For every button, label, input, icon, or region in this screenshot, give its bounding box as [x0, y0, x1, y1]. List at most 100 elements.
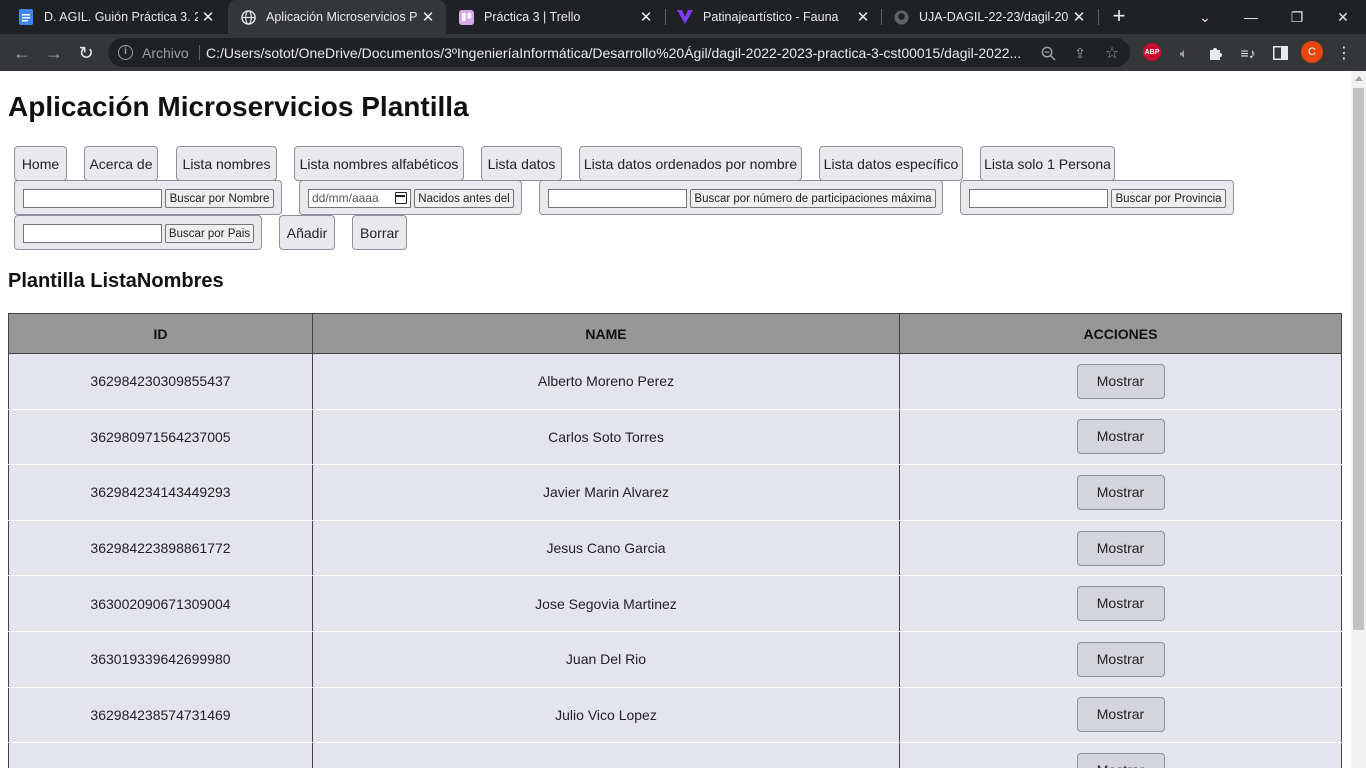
cell-name: Javier Marin Alvarez — [312, 464, 900, 521]
search-by-country-button[interactable]: Buscar por Pais — [165, 224, 254, 243]
add-button[interactable]: Añadir — [279, 215, 335, 250]
cell-actions: Mostrar — [899, 353, 1342, 410]
tab-search-icon[interactable]: ⌄ — [1182, 0, 1228, 34]
side-panel-icon[interactable] — [1269, 42, 1291, 64]
show-button[interactable]: Mostrar — [1076, 697, 1165, 733]
forward-icon[interactable]: → — [41, 40, 67, 66]
kebab-menu-icon[interactable]: ⋮ — [1333, 42, 1355, 64]
close-window-icon[interactable]: ✕ — [1320, 0, 1366, 34]
vertical-scrollbar[interactable] — [1351, 71, 1366, 768]
tab-trello[interactable]: Práctica 3 | Trello ✕ — [446, 0, 664, 34]
tab-title: UJA-DAGIL-22-23/dagil-2022 — [919, 10, 1069, 24]
tab-title: Aplicación Microservicios Pla — [266, 10, 418, 24]
show-button[interactable]: Mostrar — [1076, 586, 1165, 622]
cell-id: 363002090671309004 — [8, 575, 313, 632]
url-text[interactable]: C:/Users/sotot/OneDrive/Documentos/3ºIng… — [206, 45, 1032, 61]
tab-title: Patinajeartístico - Fauna — [703, 10, 839, 24]
search-by-name-button[interactable]: Buscar por Nombre — [165, 189, 274, 208]
share-icon[interactable]: ⇪ — [1070, 43, 1090, 63]
info-icon[interactable]: i — [118, 45, 133, 60]
extensions-puzzle-icon[interactable] — [1205, 42, 1227, 64]
nav-list-data-specific-button[interactable]: Lista datos específico — [819, 146, 963, 181]
back-icon[interactable]: ← — [9, 40, 35, 66]
show-button[interactable]: Mostrar — [1076, 419, 1165, 455]
restore-icon[interactable]: ❐ — [1274, 0, 1320, 34]
adblock-plus-icon[interactable]: ABP — [1143, 43, 1161, 61]
page-title: Aplicación Microservicios Plantilla — [8, 91, 469, 122]
tab-title: Práctica 3 | Trello — [484, 10, 581, 24]
date-placeholder: dd/mm/aaaa — [312, 191, 379, 205]
close-tab-icon[interactable]: ✕ — [636, 8, 656, 26]
search-by-participations-button[interactable]: Buscar por número de participaciones máx… — [690, 189, 936, 208]
search-by-name-group: Buscar por Nombre — [14, 180, 282, 215]
province-input[interactable] — [969, 189, 1108, 208]
tab-microservicios[interactable]: Aplicación Microservicios Pla ✕ — [228, 0, 446, 34]
born-before-button[interactable]: Nacidos antes del — [414, 189, 514, 208]
omnibox-divider — [199, 45, 200, 60]
cell-id: 362984238574731469 — [8, 687, 313, 744]
table-row: 363019339642699980 Juan Del Rio Mostrar — [8, 631, 1342, 688]
minimize-icon[interactable]: ― — [1228, 0, 1274, 34]
close-tab-icon[interactable]: ✕ — [198, 8, 218, 26]
cell-id: 362984223898861772 — [8, 520, 313, 577]
close-tab-icon[interactable]: ✕ — [418, 8, 438, 26]
cell-actions: Mostrar — [899, 687, 1342, 744]
zoom-icon[interactable] — [1038, 43, 1058, 63]
tab-docs[interactable]: D. AGIL. Guión Práctica 3. 22/ ✕ — [6, 0, 226, 34]
birth-date-input[interactable]: dd/mm/aaaa — [308, 189, 411, 208]
calendar-icon[interactable] — [395, 192, 407, 204]
show-button[interactable]: Mostrar — [1076, 474, 1165, 510]
media-playlist-icon[interactable]: ≡♪ — [1237, 42, 1259, 64]
cell-actions: Mostrar — [899, 631, 1342, 688]
country-input[interactable] — [23, 224, 162, 243]
table-row: 362984238574731469 Julio Vico Lopez Most… — [8, 687, 1342, 744]
cell-actions: Mostrar — [899, 409, 1342, 466]
scrollbar-thumb[interactable] — [1353, 88, 1364, 630]
nav-list-names-alpha-button[interactable]: Lista nombres alfabéticos — [294, 146, 464, 181]
table-header-row: ID NAME ACCIONES — [8, 313, 1342, 354]
show-button[interactable]: Mostrar — [1076, 752, 1165, 768]
close-tab-icon[interactable]: ✕ — [853, 8, 873, 26]
delete-button[interactable]: Borrar — [352, 215, 407, 250]
cell-name: Julio Vico Lopez — [312, 687, 900, 744]
cell-name: Juan Del Rio — [312, 631, 900, 688]
search-by-province-group: Buscar por Provincia — [960, 180, 1234, 215]
table-row: 362984230309855437 Alberto Moreno Perez … — [8, 353, 1342, 410]
scroll-up-arrow-icon[interactable] — [1355, 76, 1363, 81]
show-button[interactable]: Mostrar — [1076, 530, 1165, 566]
tab-title: D. AGIL. Guión Práctica 3. 22/ — [44, 10, 198, 24]
reload-icon[interactable]: ↻ — [73, 40, 99, 66]
cell-id: 363019339642699980 — [8, 631, 313, 688]
column-header-name: NAME — [312, 313, 900, 354]
nav-list-data-button[interactable]: Lista datos — [481, 146, 562, 181]
globe-icon — [240, 9, 256, 25]
new-tab-icon[interactable]: + — [1108, 5, 1130, 27]
cell-actions: Mostrar — [899, 520, 1342, 577]
nav-list-one-person-button[interactable]: Lista solo 1 Persona — [980, 146, 1115, 181]
show-button[interactable]: Mostrar — [1076, 363, 1165, 399]
tab-fauna[interactable]: Patinajeartístico - Fauna ✕ — [665, 0, 881, 34]
search-by-participations-group: Buscar por número de participaciones máx… — [539, 180, 943, 215]
cell-name: Alberto Moreno Perez — [312, 353, 900, 410]
born-before-group: dd/mm/aaaa Nacidos antes del — [299, 180, 522, 215]
name-search-input[interactable] — [23, 189, 162, 208]
tab-github[interactable]: UJA-DAGIL-22-23/dagil-2022 ✕ — [881, 0, 1097, 34]
github-icon — [893, 9, 909, 25]
address-bar[interactable]: i Archivo C:/Users/sotot/OneDrive/Docume… — [108, 38, 1130, 67]
participations-input[interactable] — [548, 189, 687, 208]
audio-icon[interactable]: 🔈︎ — [1173, 42, 1195, 64]
nav-list-data-sorted-button[interactable]: Lista datos ordenados por nombre — [579, 146, 802, 181]
nav-home-button[interactable]: Home — [14, 146, 67, 181]
nav-about-button[interactable]: Acerca de — [84, 146, 158, 181]
search-by-province-button[interactable]: Buscar por Provincia — [1111, 189, 1226, 208]
column-header-id: ID — [8, 313, 313, 354]
cell-actions: Mostrar — [899, 742, 1342, 768]
show-button[interactable]: Mostrar — [1076, 641, 1165, 677]
cell-id: 362984230309855437 — [8, 353, 313, 410]
close-tab-icon[interactable]: ✕ — [1069, 8, 1089, 26]
cell-name: Carlos Soto Torres — [312, 409, 900, 466]
bookmark-star-icon[interactable]: ☆ — [1102, 43, 1122, 63]
profile-avatar[interactable]: C — [1301, 41, 1323, 63]
cell-actions: Mostrar — [899, 464, 1342, 521]
nav-list-names-button[interactable]: Lista nombres — [176, 146, 277, 181]
